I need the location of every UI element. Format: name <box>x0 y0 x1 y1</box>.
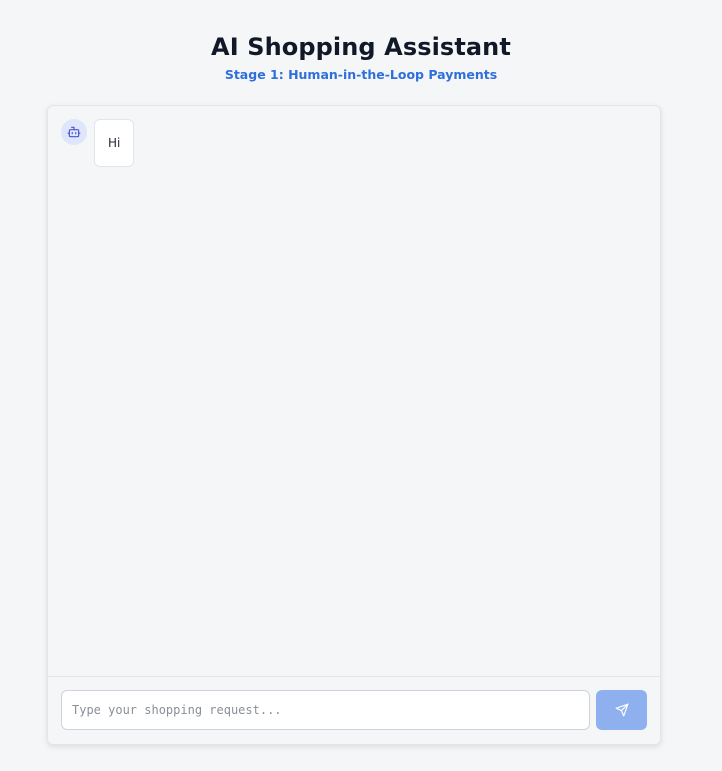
chat-panel: Hi <box>47 105 661 745</box>
assistant-message: Hi <box>61 119 135 167</box>
message-list[interactable]: Hi <box>48 106 660 678</box>
robot-icon <box>67 126 81 138</box>
page-title: AI Shopping Assistant <box>211 33 511 61</box>
page-subtitle: Stage 1: Human-in-the-Loop Payments <box>224 67 498 82</box>
message-bubble: Hi <box>94 119 135 167</box>
shopping-request-input[interactable] <box>61 690 590 730</box>
assistant-avatar <box>61 119 87 145</box>
header: AI Shopping Assistant Stage 1: Human-in-… <box>0 30 722 84</box>
send-icon <box>615 703 628 717</box>
page: AI Shopping Assistant Stage 1: Human-in-… <box>0 0 722 771</box>
composer <box>48 676 660 744</box>
send-button[interactable] <box>596 690 647 730</box>
